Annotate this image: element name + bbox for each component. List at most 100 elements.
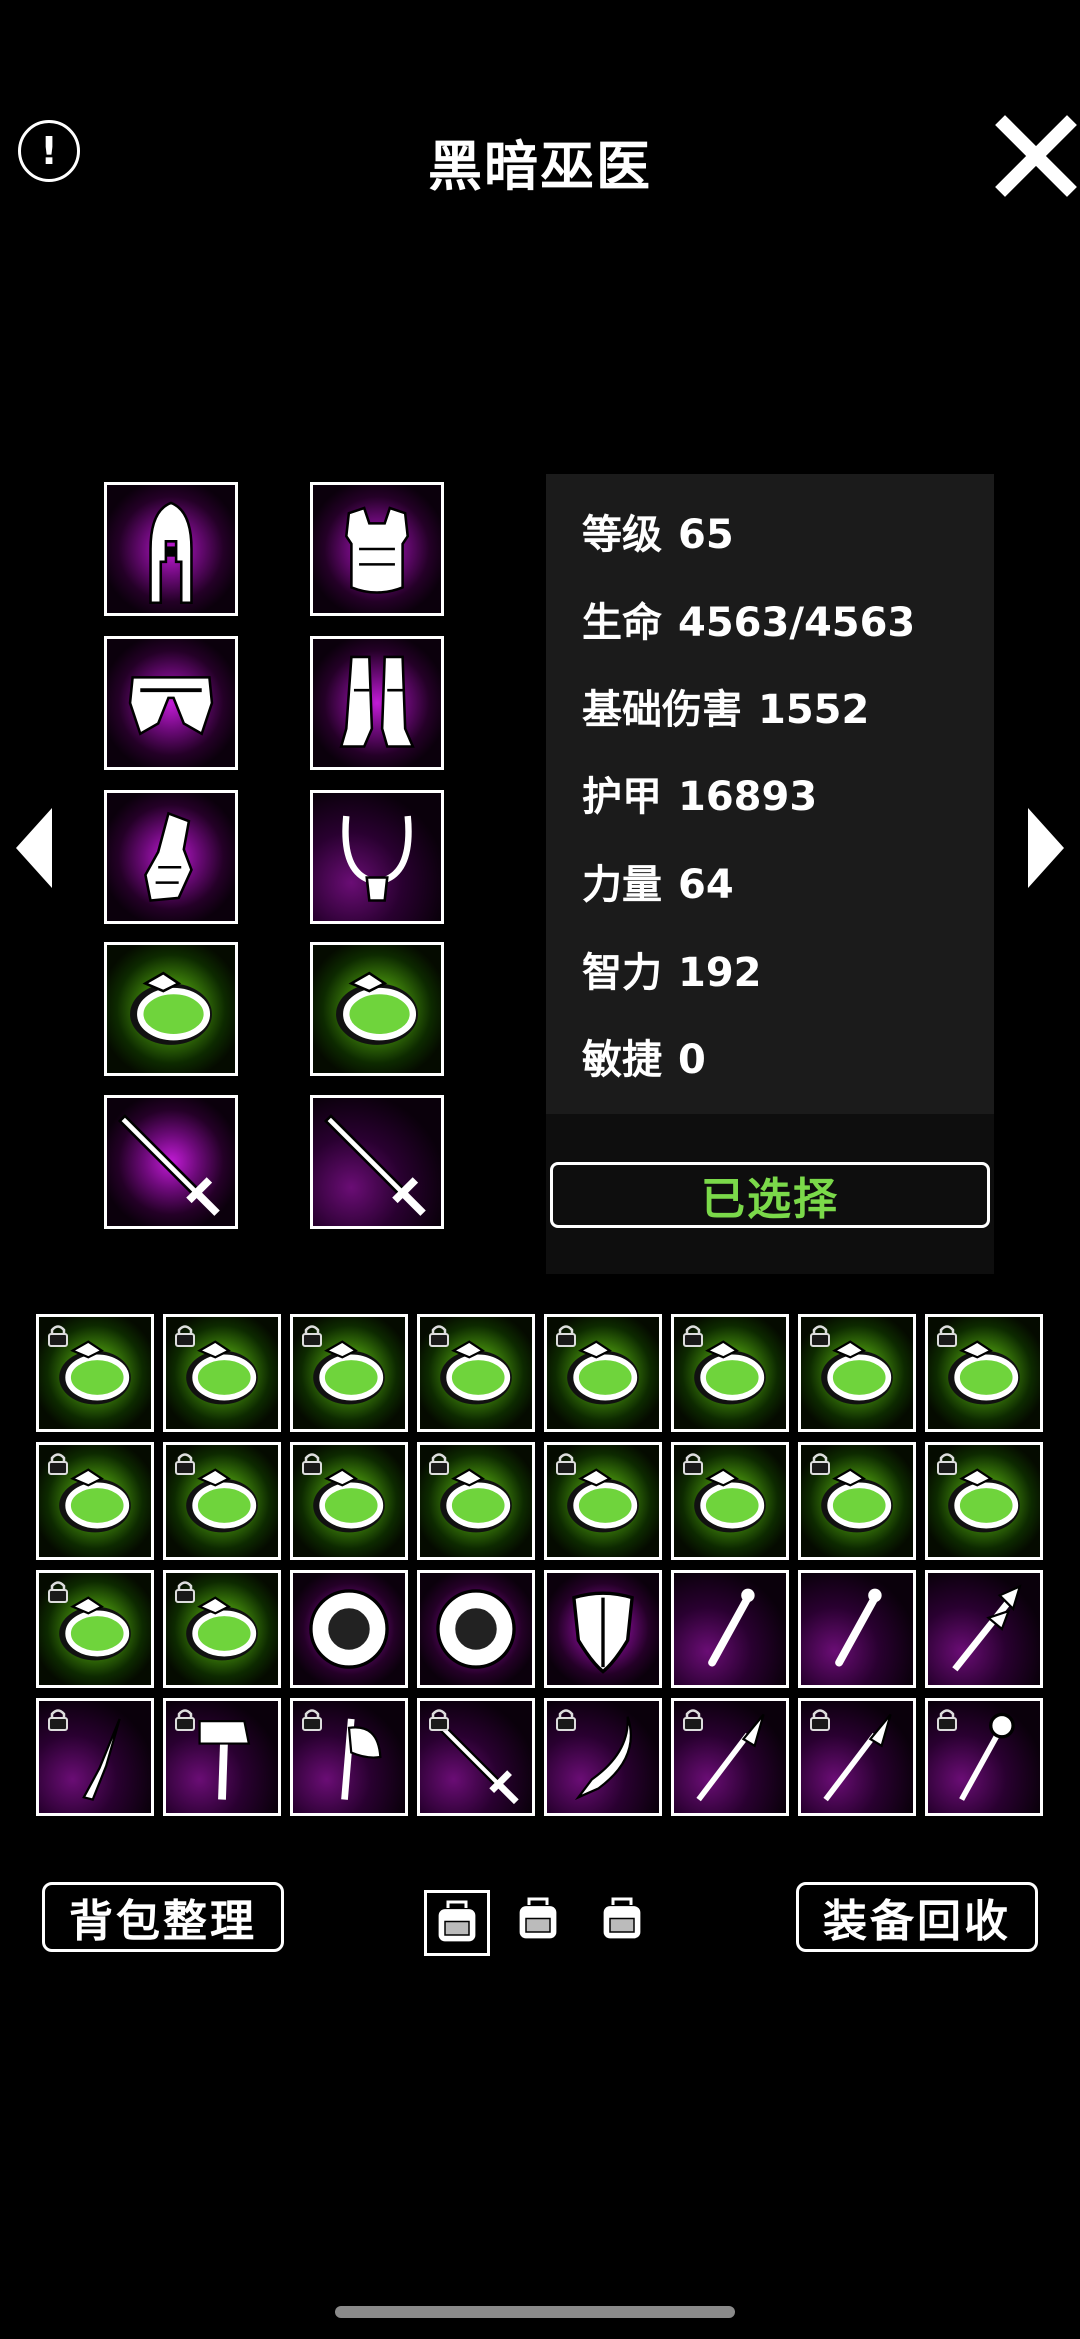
prev-character-button[interactable] [16, 808, 52, 888]
lock-icon [175, 1709, 195, 1731]
recycle-equipment-button[interactable]: 装备回收 [796, 1882, 1038, 1952]
backpack-icon [517, 1897, 559, 1941]
gloves-icon [144, 811, 193, 902]
stat-label: 等级 [582, 512, 662, 558]
inventory-slot[interactable] [925, 1442, 1043, 1560]
equip-slot-boots[interactable] [310, 636, 444, 770]
sword-icon [323, 1114, 426, 1216]
inventory-slot[interactable] [163, 1314, 281, 1432]
lock-icon [175, 1325, 195, 1347]
lock-icon [48, 1453, 68, 1475]
lock-icon [810, 1325, 830, 1347]
inventory-slot[interactable] [36, 1570, 154, 1688]
home-indicator [335, 2306, 735, 2318]
inventory-slot[interactable] [925, 1698, 1043, 1816]
lock-icon [48, 1709, 68, 1731]
stat-value: 65 [678, 512, 734, 558]
inventory-slot[interactable] [671, 1442, 789, 1560]
stat-label: 敏捷 [582, 1037, 662, 1083]
bag-tab-3[interactable] [592, 1890, 658, 1956]
next-character-button[interactable] [1028, 808, 1064, 888]
stat-row: 敏捷 0 [582, 1027, 706, 1085]
equip-slot-weapon-main[interactable] [104, 1095, 238, 1229]
lock-icon [556, 1325, 576, 1347]
inventory-slot[interactable] [671, 1314, 789, 1432]
equip-slot-weapon-off[interactable] [310, 1095, 444, 1229]
lock-icon [937, 1325, 957, 1347]
lock-icon [302, 1709, 322, 1731]
inventory-slot[interactable] [798, 1698, 916, 1816]
stat-row: 基础伤害 1552 [582, 677, 869, 735]
inventory-slot[interactable] [36, 1314, 154, 1432]
bag-tab-2[interactable] [508, 1890, 574, 1956]
inventory-slot[interactable] [417, 1442, 535, 1560]
backpack-icon [436, 1900, 478, 1944]
wand-icon [835, 1588, 882, 1667]
inventory-slot[interactable] [417, 1570, 535, 1688]
inventory-slot[interactable] [290, 1314, 408, 1432]
stat-row: 力量 64 [582, 852, 734, 910]
sort-bag-button[interactable]: 背包整理 [42, 1882, 284, 1952]
inventory-slot[interactable] [36, 1442, 154, 1560]
stat-label: 智力 [582, 950, 662, 996]
lock-icon [683, 1325, 703, 1347]
inventory-slot[interactable] [544, 1698, 662, 1816]
lock-icon [683, 1709, 703, 1731]
equip-slot-necklace[interactable] [310, 790, 444, 924]
boots-icon [339, 655, 415, 748]
select-area: 已选择 [546, 1114, 994, 1274]
inventory-slot[interactable] [671, 1570, 789, 1688]
lock-icon [302, 1453, 322, 1475]
sword-icon [117, 1114, 220, 1216]
stat-value: 16893 [678, 774, 818, 820]
equip-slot-ring-2[interactable] [310, 942, 444, 1076]
equip-slot-gloves[interactable] [104, 790, 238, 924]
inventory-slot[interactable] [290, 1570, 408, 1688]
ring-icon [336, 971, 418, 1045]
lock-icon [810, 1709, 830, 1731]
inventory-slot[interactable] [544, 1570, 662, 1688]
inventory-slot[interactable] [671, 1698, 789, 1816]
inventory-slot[interactable] [798, 1314, 916, 1432]
inventory-slot[interactable] [163, 1570, 281, 1688]
equip-slot-ring-1[interactable] [104, 942, 238, 1076]
stat-row: 护甲 16893 [582, 764, 817, 822]
stat-label: 基础伤害 [582, 687, 742, 733]
pants-icon [128, 676, 214, 736]
stat-value: 192 [678, 950, 762, 996]
round-shield-icon [309, 1589, 389, 1669]
inventory-slot[interactable] [417, 1314, 535, 1432]
inventory-slot[interactable] [417, 1698, 535, 1816]
inventory-slot[interactable] [163, 1698, 281, 1816]
inventory-slot[interactable] [798, 1442, 916, 1560]
lock-icon [48, 1325, 68, 1347]
equip-slot-pants[interactable] [104, 636, 238, 770]
stat-value: 0 [678, 1037, 706, 1083]
inventory-slot[interactable] [925, 1570, 1043, 1688]
stat-row: 等级 65 [582, 502, 734, 560]
helmet-icon [149, 501, 193, 605]
inventory-slot[interactable] [544, 1314, 662, 1432]
stat-value: 4563/4563 [678, 600, 916, 646]
stat-row: 智力 192 [582, 940, 762, 998]
lock-icon [937, 1453, 957, 1475]
lock-icon [556, 1709, 576, 1731]
inventory-slot[interactable] [925, 1314, 1043, 1432]
equip-slot-helmet[interactable] [104, 482, 238, 616]
close-button[interactable] [995, 115, 1077, 197]
lock-icon [429, 1325, 449, 1347]
equip-slot-chest[interactable] [310, 482, 444, 616]
selected-button[interactable]: 已选择 [550, 1162, 990, 1228]
lock-icon [556, 1453, 576, 1475]
stat-label: 力量 [582, 862, 662, 908]
bag-tab-1[interactable] [424, 1890, 490, 1956]
inventory-slot[interactable] [36, 1698, 154, 1816]
inventory-slot[interactable] [798, 1570, 916, 1688]
inventory-slot[interactable] [163, 1442, 281, 1560]
inventory-slot[interactable] [290, 1442, 408, 1560]
inventory-slot[interactable] [544, 1442, 662, 1560]
lock-icon [683, 1453, 703, 1475]
stat-value: 64 [678, 862, 734, 908]
lock-icon [302, 1325, 322, 1347]
inventory-slot[interactable] [290, 1698, 408, 1816]
